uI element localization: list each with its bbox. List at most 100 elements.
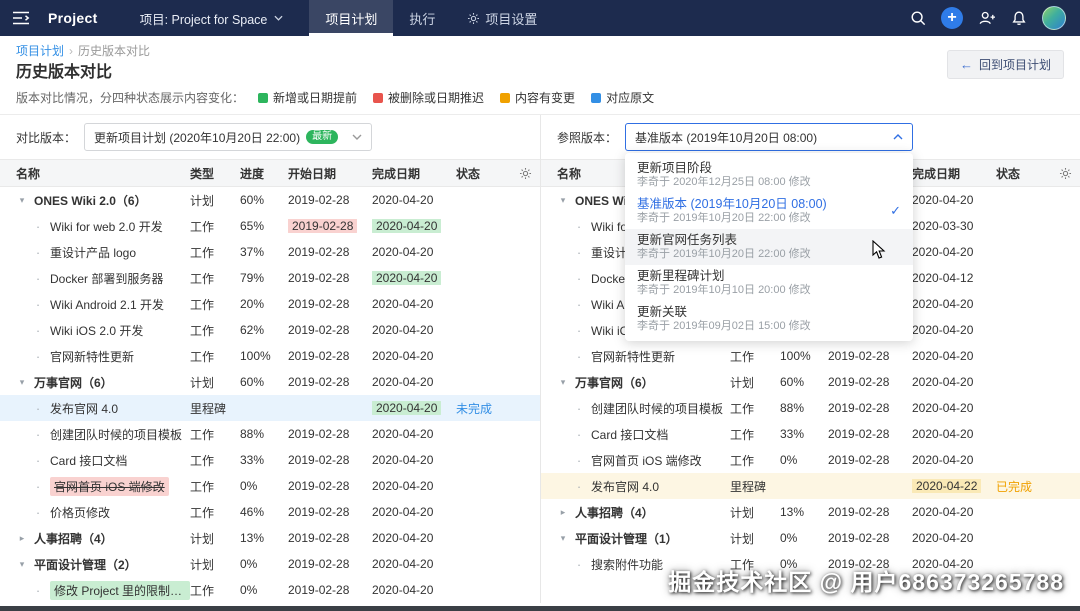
table-row[interactable]: · Wiki for web 2.0 开发 工作 65% 2019-02-28 …: [0, 213, 540, 239]
bullet-dot: ·: [35, 504, 41, 520]
topbar-tabs: 项目计划 执行 项目设置: [309, 0, 553, 36]
table-row[interactable]: ▸ 人事招聘（4） 计划 13% 2019-02-28 2020-04-20: [541, 499, 1080, 525]
table-row[interactable]: ▾ 万事官网（6） 计划 60% 2019-02-28 2020-04-20: [541, 369, 1080, 395]
version-option-title: 更新里程碑计划: [637, 269, 725, 283]
expand-collapse-icon[interactable]: ▾: [557, 195, 569, 206]
tab-项目计划[interactable]: 项目计划: [309, 0, 394, 36]
task-start-date: 2019-02-28: [288, 583, 350, 597]
version-option[interactable]: 更新关联 李奇于 2019年09月02日 15:00 修改: [625, 301, 913, 337]
table-row[interactable]: ▾ 平面设计管理（1） 计划 0% 2019-02-28 2020-04-20: [541, 525, 1080, 551]
expand-collapse-icon[interactable]: ▾: [16, 559, 28, 570]
column-header-end[interactable]: 完成日期: [372, 165, 456, 182]
expand-collapse-icon[interactable]: ▾: [16, 377, 28, 388]
column-header-end[interactable]: 完成日期: [912, 165, 996, 182]
task-progress: 0%: [240, 479, 258, 493]
column-settings-gear-icon[interactable]: [1048, 167, 1072, 180]
expand-collapse-icon[interactable]: ▾: [557, 533, 569, 544]
table-row[interactable]: · Wiki Android 2.1 开发 工作 20% 2019-02-28 …: [0, 291, 540, 317]
column-header-type[interactable]: 类型: [190, 165, 240, 182]
tab-执行[interactable]: 执行: [393, 0, 451, 36]
table-row[interactable]: ▾ ONES Wiki 2.0（6） 计划 60% 2019-02-28 202…: [0, 187, 540, 213]
table-row[interactable]: · 重设计产品 logo 工作 37% 2019-02-28 2020-04-2…: [0, 239, 540, 265]
search-icon[interactable]: [910, 10, 926, 26]
notification-bell-icon[interactable]: [1011, 10, 1027, 26]
legend-color-swatch: [258, 93, 269, 103]
user-avatar[interactable]: [1042, 6, 1066, 30]
version-option-meta: 李奇于 2019年09月02日 15:00 修改: [637, 320, 811, 332]
table-row[interactable]: · 官网新特性更新 工作 100% 2019-02-28 2020-04-20: [541, 343, 1080, 369]
task-name: Card 接口文档: [591, 427, 669, 442]
task-name-cell: ▾ 平面设计管理（2）: [16, 556, 190, 573]
hamburger-icon: [13, 11, 30, 25]
version-option[interactable]: 更新里程碑计划 李奇于 2019年10月10日 20:00 修改: [625, 265, 913, 301]
table-row[interactable]: · 创建团队时候的项目模板 工作 88% 2019-02-28 2020-04-…: [541, 395, 1080, 421]
table-row[interactable]: · 修改 Project 里的限制信... 工作 0% 2019-02-28 2…: [0, 577, 540, 603]
expand-collapse-icon[interactable]: ▾: [557, 377, 569, 388]
sidebar-toggle-button[interactable]: [0, 0, 42, 36]
task-progress: 33%: [240, 453, 265, 467]
table-row[interactable]: · Wiki iOS 2.0 开发 工作 62% 2019-02-28 2020…: [0, 317, 540, 343]
invite-member-icon[interactable]: [978, 10, 996, 26]
plus-icon: +: [947, 9, 957, 26]
legend-item: 被删除或日期推迟: [373, 90, 484, 106]
expand-collapse-icon[interactable]: ▾: [16, 195, 28, 206]
task-name: 万事官网（6）: [34, 375, 113, 390]
bullet-dot: ·: [35, 322, 41, 338]
table-row[interactable]: · 创建团队时候的项目模板 工作 88% 2019-02-28 2020-04-…: [0, 421, 540, 447]
version-option[interactable]: 基准版本 (2019年10月20日 08:00) 李奇于 2019年10月20日 …: [625, 193, 913, 229]
bullet-dot: ·: [576, 400, 582, 416]
task-name-cell: · Card 接口文档: [16, 452, 190, 469]
legend-color-swatch: [373, 93, 384, 103]
table-row[interactable]: · 官网首页 iOS 端修改 工作 0% 2019-02-28 2020-04-…: [541, 447, 1080, 473]
task-start-date: 2019-02-28: [288, 349, 350, 363]
task-type: 工作: [730, 349, 755, 364]
task-progress: 13%: [240, 531, 265, 545]
task-start-date: 2019-02-28: [288, 557, 350, 571]
task-name: 官网首页 iOS 端修改: [50, 476, 169, 496]
page-header: 项目计划 › 历史版本对比 历史版本对比 版本对比情况，分四种状态展示内容变化： 新…: [0, 36, 1080, 115]
legend-label: 内容有变更: [515, 91, 576, 105]
task-type: 工作: [730, 453, 755, 468]
legend-item: 对应原文: [591, 90, 654, 106]
task-type: 工作: [730, 427, 755, 442]
column-header-start[interactable]: 开始日期: [288, 165, 372, 182]
table-row[interactable]: · Docker 部署到服务器 工作 79% 2019-02-28 2020-0…: [0, 265, 540, 291]
column-settings-gear-icon[interactable]: [508, 167, 532, 180]
column-header-name[interactable]: 名称: [16, 165, 190, 182]
task-end-date: 2020-04-20: [372, 297, 434, 311]
project-selector-label: 项目: Project for Space: [139, 12, 268, 27]
table-row[interactable]: · 发布官网 4.0 里程碑 2020-04-22 已完成: [541, 473, 1080, 499]
task-name: 修改 Project 里的限制信...: [50, 580, 190, 600]
create-button[interactable]: +: [941, 7, 963, 29]
expand-collapse-icon[interactable]: ▸: [557, 507, 569, 518]
table-row[interactable]: · Card 接口文档 工作 33% 2019-02-28 2020-04-20: [541, 421, 1080, 447]
version-option-title: 更新项目阶段: [637, 161, 713, 175]
compare-panel-left: 对比版本： 更新项目计划 (2020年10月20日 22:00) 最新 名称 类…: [0, 115, 540, 603]
version-option[interactable]: 更新官网任务列表 李奇于 2019年10月20日 22:00 修改: [625, 229, 914, 265]
legend-label: 被删除或日期推迟: [388, 91, 485, 105]
column-header-status[interactable]: 状态: [996, 165, 1048, 182]
back-to-plan-button[interactable]: ← 回到项目计划: [946, 50, 1064, 79]
task-progress: 65%: [240, 219, 265, 233]
breadcrumb-link-project-plan[interactable]: 项目计划: [16, 44, 64, 58]
tab-项目设置[interactable]: 项目设置: [451, 0, 553, 36]
table-row[interactable]: ▸ 人事招聘（4） 计划 13% 2019-02-28 2020-04-20: [0, 525, 540, 551]
task-progress: 88%: [240, 427, 265, 441]
column-header-status[interactable]: 状态: [456, 165, 508, 182]
task-end-date: 2020-04-20: [372, 531, 434, 545]
table-row[interactable]: ▾ 平面设计管理（2） 计划 0% 2019-02-28 2020-04-20: [0, 551, 540, 577]
compare-version-select[interactable]: 更新项目计划 (2020年10月20日 22:00) 最新: [84, 123, 373, 151]
version-option[interactable]: 更新项目阶段 李奇于 2020年12月25日 08:00 修改: [625, 157, 913, 193]
expand-collapse-icon[interactable]: ▸: [16, 533, 28, 544]
table-row[interactable]: · 官网首页 iOS 端修改 工作 0% 2019-02-28 2020-04-…: [0, 473, 540, 499]
table-row[interactable]: ▾ 万事官网（6） 计划 60% 2019-02-28 2020-04-20: [0, 369, 540, 395]
table-row[interactable]: · 发布官网 4.0 里程碑 2020-04-20 未完成: [0, 395, 540, 421]
task-start-date: 2019-02-28: [288, 297, 350, 311]
project-selector[interactable]: 项目: Project for Space: [124, 0, 300, 36]
table-row[interactable]: · 官网新特性更新 工作 100% 2019-02-28 2020-04-20: [0, 343, 540, 369]
reference-version-select[interactable]: 基准版本 (2019年10月20日 08:00): [625, 123, 914, 151]
table-row[interactable]: · 价格页修改 工作 46% 2019-02-28 2020-04-20: [0, 499, 540, 525]
column-header-progress[interactable]: 进度: [240, 165, 288, 182]
table-row[interactable]: · Card 接口文档 工作 33% 2019-02-28 2020-04-20: [0, 447, 540, 473]
task-name: 万事官网（6）: [575, 375, 654, 390]
